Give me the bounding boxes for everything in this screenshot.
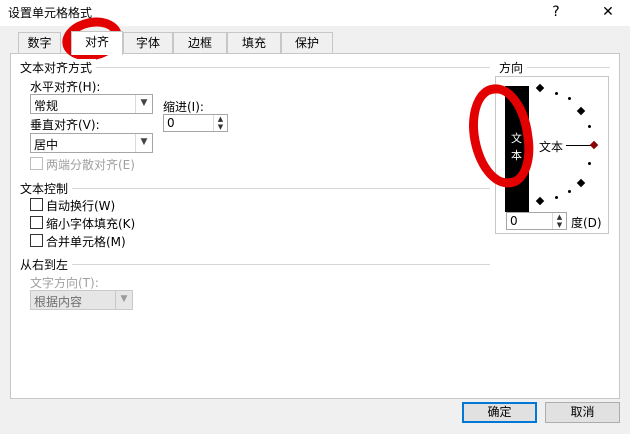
horizontal-align-select[interactable]: 常规 ▼ — [30, 94, 153, 114]
text-direction-label: 文字方向(T): — [30, 276, 99, 290]
distributed-label: 两端分散对齐(E) — [46, 158, 135, 172]
tab-number[interactable]: 数字 — [18, 32, 61, 54]
horizontal-align-label: 水平对齐(H): — [30, 80, 101, 94]
chevron-down-icon[interactable]: ▼ — [115, 291, 132, 309]
spin-up-icon[interactable]: ▲ — [552, 213, 566, 221]
degrees-spin-buttons: ▲ ▼ — [552, 213, 566, 229]
orientation-needle — [566, 145, 592, 146]
merge-cells-label: 合并单元格(M) — [46, 235, 126, 249]
merge-cells-checkbox[interactable] — [30, 234, 43, 247]
group-divider — [20, 188, 490, 189]
wrap-text-label: 自动换行(W) — [46, 199, 116, 213]
dialog-title: 设置单元格格式 — [8, 6, 93, 20]
chevron-down-icon[interactable]: ▼ — [135, 134, 152, 152]
dial-tick — [568, 190, 571, 193]
spin-up-icon[interactable]: ▲ — [213, 115, 227, 123]
format-cells-dialog: 设置单元格格式 ? ✕ 数字 对齐 字体 边框 填充 保护 文本对齐方式 水平对… — [0, 0, 630, 434]
shrink-to-fit-label: 缩小字体填充(K) — [46, 217, 136, 231]
tab-font[interactable]: 字体 — [123, 32, 173, 54]
close-icon[interactable]: ✕ — [588, 0, 628, 26]
dial-tick — [555, 196, 558, 199]
dial-tick — [555, 92, 558, 95]
text-direction-value: 根据内容 — [34, 295, 83, 309]
orientation-dial-text: 文本 — [539, 140, 564, 154]
vertical-align-select[interactable]: 居中 ▼ — [30, 133, 153, 153]
spin-down-icon[interactable]: ▼ — [552, 221, 566, 229]
text-direction-select[interactable]: 根据内容 ▼ — [30, 290, 133, 310]
tab-alignment[interactable]: 对齐 — [71, 31, 123, 55]
indent-value: 0 — [167, 116, 175, 130]
horizontal-align-value: 常规 — [34, 99, 59, 113]
tab-fill[interactable]: 填充 — [227, 32, 281, 54]
spin-down-icon[interactable]: ▼ — [213, 123, 227, 131]
text-alignment-group-label: 文本对齐方式 — [20, 59, 97, 76]
vertical-align-label: 垂直对齐(V): — [30, 118, 100, 132]
indent-spinner[interactable]: 0 ▲ ▼ — [163, 114, 228, 132]
degrees-value: 0 — [510, 214, 518, 228]
dial-tick — [588, 162, 591, 165]
dial-tick — [568, 97, 571, 100]
degrees-label: 度(D) — [571, 216, 602, 230]
vertical-align-value: 居中 — [34, 138, 59, 152]
indent-spin-buttons: ▲ ▼ — [213, 115, 227, 131]
help-icon[interactable]: ? — [536, 0, 576, 26]
tab-protection[interactable]: 保护 — [281, 32, 333, 54]
distributed-checkbox[interactable] — [30, 157, 43, 170]
orientation-group-label: 方向 — [499, 59, 528, 76]
group-divider — [20, 264, 490, 265]
dial-tick — [588, 125, 591, 128]
ok-button[interactable]: 确定 — [462, 402, 537, 423]
wrap-text-checkbox[interactable] — [30, 198, 43, 211]
shrink-to-fit-checkbox[interactable] — [30, 216, 43, 229]
tab-border[interactable]: 边框 — [173, 32, 227, 54]
indent-label: 缩进(I): — [163, 100, 204, 114]
rtl-group-label: 从右到左 — [20, 256, 73, 273]
chevron-down-icon[interactable]: ▼ — [135, 95, 152, 113]
cancel-button[interactable]: 取消 — [545, 402, 620, 423]
degrees-spinner[interactable]: 0 ▲ ▼ — [506, 212, 567, 230]
text-control-group-label: 文本控制 — [20, 180, 73, 197]
